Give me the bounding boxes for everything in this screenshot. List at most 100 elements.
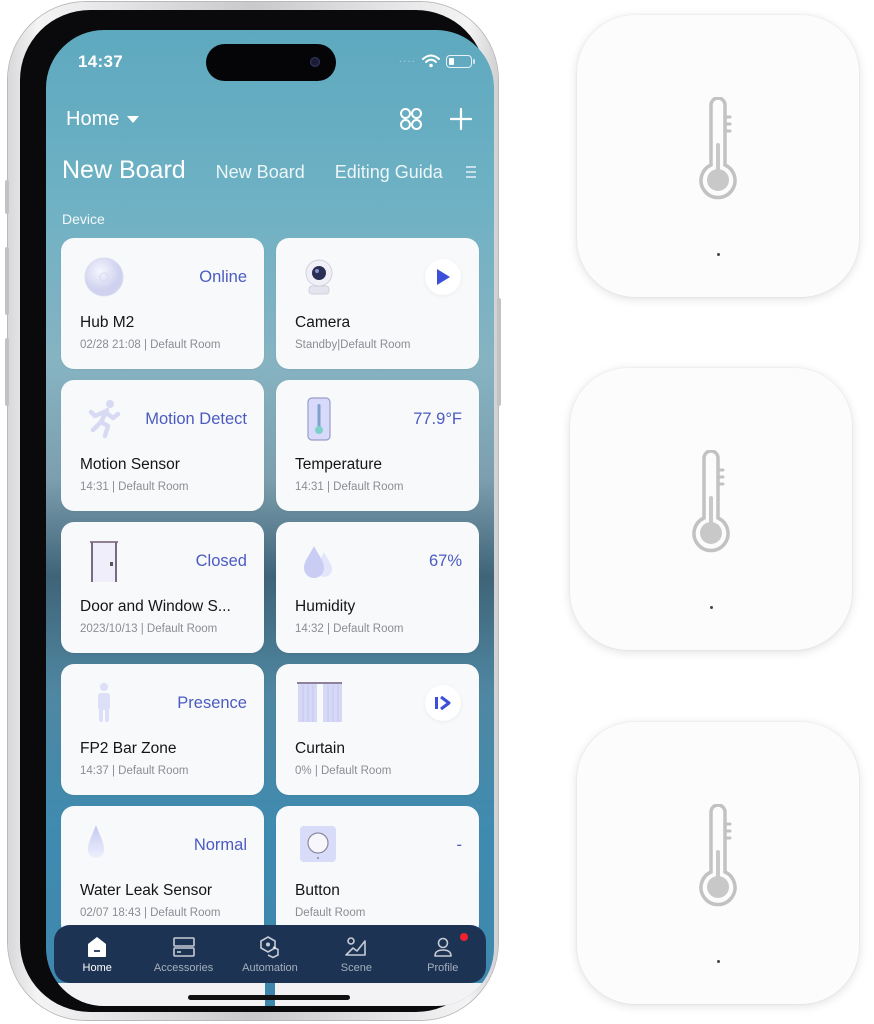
nav-accessories[interactable]: Accessories bbox=[141, 935, 227, 974]
tab-new-board-active[interactable]: New Board bbox=[62, 156, 186, 185]
nav-scene[interactable]: Scene bbox=[313, 935, 399, 974]
nav-profile[interactable]: Profile bbox=[400, 932, 486, 974]
device-name: Humidity bbox=[295, 598, 356, 615]
sensor-product-image-3 bbox=[577, 722, 859, 1004]
hub-icon bbox=[84, 257, 124, 297]
device-subtitle: 02/07 18:43 | Default Room bbox=[80, 907, 221, 919]
device-subtitle: 0% | Default Room bbox=[295, 765, 392, 777]
device-state: 67% bbox=[428, 552, 462, 570]
device-name: Hub M2 bbox=[80, 314, 135, 331]
header-actions bbox=[398, 106, 474, 132]
device-subtitle: 14:37 | Default Room bbox=[80, 765, 189, 777]
thermometer-icon bbox=[307, 397, 331, 441]
device-card-curtain[interactable]: Curtain 0% | Default Room bbox=[276, 664, 479, 795]
thermometer-icon bbox=[699, 804, 737, 907]
tab-new-board[interactable]: New Board bbox=[216, 162, 305, 183]
thermometer-icon bbox=[699, 97, 737, 200]
device-subtitle: 14:31 | Default Room bbox=[80, 481, 189, 493]
home-icon bbox=[88, 936, 107, 957]
water-drop-icon bbox=[88, 825, 104, 858]
device-card-temperature[interactable]: 77.9°F Temperature 14:31 | Default Room bbox=[276, 380, 479, 511]
grid-view-icon[interactable] bbox=[398, 106, 424, 132]
device-name: Motion Sensor bbox=[80, 456, 180, 473]
power-button bbox=[497, 298, 501, 406]
device-card-water-leak-sensor[interactable]: Normal Water Leak Sensor 02/07 18:43 | D… bbox=[61, 806, 264, 937]
nav-label: Home bbox=[82, 961, 112, 974]
device-grid: Online Hub M2 02/28 21:08 | Default Room bbox=[61, 238, 479, 937]
device-name: Water Leak Sensor bbox=[80, 882, 213, 899]
scene-icon bbox=[345, 936, 367, 956]
action-button bbox=[5, 180, 9, 214]
sensor-product-image-1 bbox=[577, 15, 859, 297]
nav-label: Automation bbox=[242, 961, 298, 974]
tab-editing-guide[interactable]: Editing Guida bbox=[335, 162, 443, 183]
device-name: Curtain bbox=[295, 740, 345, 757]
play-button[interactable] bbox=[425, 259, 461, 295]
status-led bbox=[716, 253, 720, 256]
camera-icon bbox=[305, 259, 333, 295]
thermometer-icon bbox=[692, 450, 730, 553]
home-indicator bbox=[188, 995, 350, 1000]
menu-icon[interactable] bbox=[464, 164, 478, 180]
device-card-fp2-bar-zone[interactable]: Presence FP2 Bar Zone 14:37 | Default Ro… bbox=[61, 664, 264, 795]
open-curtain-icon bbox=[435, 695, 451, 711]
device-card-button[interactable]: - Button Default Room bbox=[276, 806, 479, 937]
nav-automation[interactable]: Automation bbox=[227, 935, 313, 974]
volume-down-button bbox=[5, 338, 9, 406]
wifi-icon bbox=[422, 54, 440, 68]
automation-icon bbox=[260, 935, 279, 958]
person-icon bbox=[98, 683, 110, 722]
app-screen: 14:37 ···· Home New Board New Board Edit… bbox=[46, 30, 494, 1006]
device-state: Closed bbox=[195, 552, 247, 570]
device-state: Online bbox=[199, 268, 247, 286]
phone-mockup: 14:37 ···· Home New Board New Board Edit… bbox=[5, 2, 501, 1020]
section-label-device: Device bbox=[62, 211, 105, 227]
bottom-navigation: Home Accessories Automation Scene Profil… bbox=[54, 925, 486, 983]
device-state: - bbox=[456, 836, 463, 854]
curtain-open-button[interactable] bbox=[425, 685, 461, 721]
signal-dots-icon: ···· bbox=[398, 55, 416, 67]
nav-label: Scene bbox=[340, 961, 372, 974]
status-led bbox=[716, 960, 720, 963]
accessories-icon bbox=[172, 936, 195, 957]
notification-badge bbox=[459, 932, 468, 941]
plus-icon[interactable] bbox=[448, 106, 474, 132]
device-name: FP2 Bar Zone bbox=[80, 740, 177, 757]
door-icon bbox=[90, 541, 118, 582]
front-camera bbox=[310, 57, 320, 67]
curtain-icon bbox=[297, 682, 342, 722]
device-name: Temperature bbox=[295, 456, 383, 473]
device-card-motion-sensor[interactable]: Motion Detect Motion Sensor 14:31 | Defa… bbox=[61, 380, 264, 511]
device-card-camera[interactable]: Camera Standby|Default Room bbox=[276, 238, 479, 369]
running-person-icon bbox=[88, 400, 121, 439]
caret-down-icon bbox=[127, 116, 140, 123]
device-state: Motion Detect bbox=[145, 410, 247, 428]
device-card-hub-m2[interactable]: Online Hub M2 02/28 21:08 | Default Room bbox=[61, 238, 264, 369]
home-selector-label: Home bbox=[66, 108, 120, 130]
device-subtitle: 2023/10/13 | Default Room bbox=[80, 623, 218, 635]
device-subtitle: 14:31 | Default Room bbox=[295, 481, 404, 493]
status-icons: ···· bbox=[398, 54, 475, 68]
profile-icon bbox=[433, 937, 452, 957]
device-subtitle: 14:32 | Default Room bbox=[295, 623, 404, 635]
water-drops-icon bbox=[304, 546, 332, 578]
sensor-product-image-2 bbox=[570, 368, 852, 650]
device-state: 77.9°F bbox=[413, 410, 462, 428]
device-card-door-window-sensor[interactable]: Closed Door and Window S... 2023/10/13 |… bbox=[61, 522, 264, 653]
device-name: Door and Window S... bbox=[80, 598, 231, 615]
status-led bbox=[709, 606, 713, 609]
battery-low-icon bbox=[446, 54, 475, 68]
phone-bezel: 14:37 ···· Home New Board New Board Edit… bbox=[20, 10, 494, 1012]
volume-up-button bbox=[5, 247, 9, 315]
home-selector[interactable]: Home bbox=[66, 108, 140, 131]
nav-home[interactable]: Home bbox=[54, 935, 140, 974]
device-state: Normal bbox=[193, 836, 247, 854]
device-card-humidity[interactable]: 67% Humidity 14:32 | Default Room bbox=[276, 522, 479, 653]
device-name: Button bbox=[295, 882, 340, 899]
board-tabs: New Board New Board Editing Guida bbox=[62, 156, 453, 185]
device-subtitle: 02/28 21:08 | Default Room bbox=[80, 339, 221, 351]
device-state: Presence bbox=[177, 694, 247, 712]
device-subtitle: Standby|Default Room bbox=[295, 339, 411, 351]
device-subtitle: Default Room bbox=[295, 907, 366, 919]
play-icon bbox=[437, 269, 450, 285]
